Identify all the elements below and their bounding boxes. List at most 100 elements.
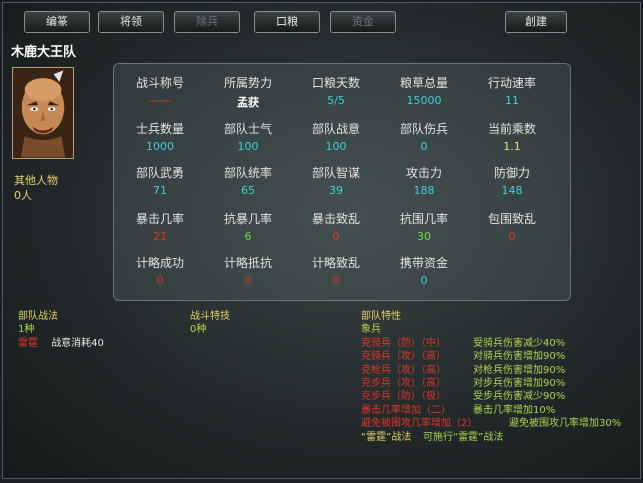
stat-label: 部队武勇: [135, 166, 184, 180]
stat-cell: 包围致乱 0: [470, 210, 554, 243]
stat-value: 39: [329, 184, 343, 197]
tactic-row[interactable]: 雷霆 战意消耗40: [18, 337, 104, 350]
funds-button[interactable]: 资金: [330, 11, 396, 33]
stat-cell: 士兵数量 1000: [118, 120, 202, 153]
trait-desc: 对步兵伤害增加90%: [473, 378, 566, 390]
stat-label: 计略致乱: [311, 256, 360, 270]
stat-cell: 所属势力 孟获: [206, 74, 290, 110]
stat-label: 携带资金: [399, 256, 448, 270]
trait-name: 克步兵（攻）（高）: [361, 378, 446, 390]
tb-button-1[interactable]: 编篆: [24, 11, 90, 33]
trait-name: 克枪兵（攻）（高）: [361, 364, 446, 376]
trait-desc: 对骑兵伤害增加90%: [473, 351, 566, 363]
stat-cell: 抗暴几率 6: [206, 210, 290, 243]
stat-value: 1.1: [503, 140, 521, 153]
trait-desc: 受骑兵伤害减少40%: [473, 337, 566, 349]
trait-name: 避免被围攻几率增加（2）: [361, 418, 478, 430]
stat-value: 0: [420, 140, 428, 153]
stat-cell: 部队士气 100: [206, 120, 290, 153]
stats-panel: 战斗称号 —— 所属势力 孟获 口粮天数 5/5 粮草总量 15000 行动速率 11 士兵数量 10…: [113, 63, 571, 301]
tactic-name: 雷霆: [18, 337, 38, 349]
stat-label: 所属势力: [223, 76, 272, 90]
stat-cell: 当前乘数 1.1: [470, 120, 554, 153]
stat-label: 行动速率: [487, 76, 536, 90]
trait-item: “雷霆”战法 可施行“雷霆”战法: [361, 431, 621, 444]
trait-desc: 对枪兵伤害增加90%: [473, 364, 566, 376]
skills-section: 战斗特技 0种: [190, 310, 230, 337]
stat-cell: 暴击致乱 0: [294, 210, 378, 243]
trait-item: 克骑兵（防）（中） 受骑兵伤害减少40%: [361, 337, 621, 350]
traits-type: 象兵: [361, 324, 381, 336]
stat-value: 0: [244, 274, 252, 287]
stat-label: 粮草总量: [399, 76, 448, 90]
other-figures-count: 0人: [14, 189, 32, 202]
trait-name: “雷霆”战法: [361, 431, 412, 443]
stat-value: 5/5: [327, 94, 345, 107]
generals-button[interactable]: 将领: [98, 11, 164, 33]
trait-item: 暴击几率增加（二） 暴击几率增加10%: [361, 404, 621, 417]
stat-label: 部队智谋: [311, 166, 360, 180]
stat-label: 计略成功: [135, 256, 184, 270]
stat-value: 148: [501, 184, 523, 197]
trait-name: 克步兵（防）（极）: [361, 391, 446, 403]
trait-item: 克步兵（防）（极） 受步兵伤害减少90%: [361, 390, 621, 403]
trait-name: 暴击几率增加（二）: [361, 404, 451, 416]
stat-cell: 部队统率 65: [206, 164, 290, 197]
stat-value: 65: [241, 184, 255, 197]
stat-label: 口粮天数: [311, 76, 360, 90]
stat-value: ——: [149, 94, 171, 107]
stat-value: 71: [153, 184, 167, 197]
trait-item: 克枪兵（攻）（高） 对枪兵伤害增加90%: [361, 364, 621, 377]
stat-label: 抗暴几率: [223, 212, 272, 226]
trait-item: 克步兵（攻）（高） 对步兵伤害增加90%: [361, 377, 621, 390]
trait-desc: 避免被围攻几率增加30%: [509, 418, 622, 430]
create-button[interactable]: 創建: [505, 11, 567, 33]
stat-value: 15000: [406, 94, 442, 107]
stat-value: 6: [244, 230, 252, 243]
stat-value: 11: [505, 94, 519, 107]
tactic-cost: 战意消耗40: [51, 337, 104, 349]
stat-label: 当前乘数: [487, 122, 536, 136]
stat-cell: 部队战意 100: [294, 120, 378, 153]
stat-value: 0: [420, 274, 428, 287]
stat-label: 部队士气: [223, 122, 272, 136]
stat-label: 抗围几率: [399, 212, 448, 226]
trait-desc: 受步兵伤害减少90%: [473, 391, 566, 403]
stat-label: 包围致乱: [487, 212, 536, 226]
stat-cell: 行动速率 11: [470, 74, 554, 107]
stat-label: 计略抵抗: [223, 256, 272, 270]
dismiss-troops-button[interactable]: 除兵: [174, 11, 240, 33]
general-portrait[interactable]: [12, 67, 74, 159]
stat-value: 0: [156, 274, 164, 287]
trait-desc: 可施行“雷霆”战法: [423, 431, 504, 443]
other-figures-label: 其他人物: [14, 174, 58, 187]
stat-label: 暴击致乱: [311, 212, 360, 226]
stat-label: 士兵数量: [135, 122, 184, 136]
rations-button[interactable]: 口粮: [254, 11, 320, 33]
portrait-image: [13, 68, 73, 158]
skills-count: 0种: [190, 324, 207, 336]
stat-cell: 口粮天数 5/5: [294, 74, 378, 107]
stat-value: 0: [332, 230, 340, 243]
stat-cell: 暴击几率 21: [118, 210, 202, 243]
unit-name: 木鹿大王队: [11, 45, 77, 60]
stat-cell: 粮草总量 15000: [382, 74, 466, 107]
stat-value: 30: [417, 230, 431, 243]
stat-value: 21: [153, 230, 167, 243]
stat-label: 防御力: [493, 166, 530, 180]
stat-value: 100: [325, 140, 347, 153]
stat-label: 部队统率: [223, 166, 272, 180]
stat-cell: 携带资金 0: [382, 254, 466, 287]
stat-cell: 防御力 148: [470, 164, 554, 197]
tactics-section: 部队战法 1种 雷霆 战意消耗40: [18, 310, 104, 350]
stat-label: 部队伤兵: [399, 122, 448, 136]
tactics-title: 部队战法: [18, 311, 58, 322]
skills-title: 战斗特技: [190, 311, 230, 322]
stat-value: 0: [332, 274, 340, 287]
stat-value: 100: [237, 140, 259, 153]
traits-title: 部队特性: [361, 311, 401, 322]
stat-cell: 计略抵抗 0: [206, 254, 290, 287]
tactics-count: 1种: [18, 324, 35, 336]
unit-info-window: 编篆 将领 除兵 口粮 资金 創建 木鹿大王队 其他人物 0人 战斗称号 —— 所属…: [2, 2, 641, 479]
stat-value: 孟获: [237, 96, 259, 109]
